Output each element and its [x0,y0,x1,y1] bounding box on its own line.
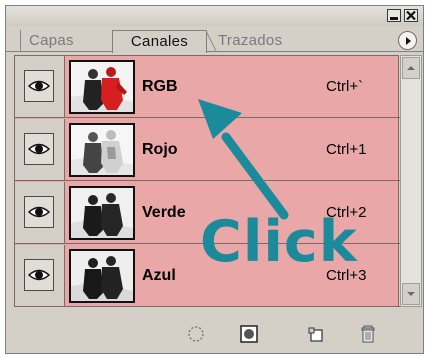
visibility-cell [15,119,65,180]
channel-name: Azul [142,267,176,284]
vertical-scrollbar[interactable] [400,55,422,307]
close-button[interactable] [404,9,418,22]
channel-name: RGB [142,78,178,95]
visibility-toggle[interactable] [24,259,54,291]
new-channel-icon [308,327,323,342]
eye-icon [28,206,50,218]
channel-thumbnail [69,186,135,240]
channel-shortcut: Ctrl+1 [326,141,367,158]
scroll-up-button[interactable] [402,57,420,79]
channel-thumbnail [69,249,135,303]
channel-row-rgb[interactable]: RGB Ctrl+` [15,56,400,118]
panel-footer [6,310,423,354]
arrow-down-icon [407,292,415,296]
visibility-toggle[interactable] [24,70,54,102]
play-arrow-icon [405,36,411,45]
visibility-toggle[interactable] [24,133,54,165]
close-icon [406,11,416,20]
tab-trazados[interactable]: Trazados [218,30,282,52]
eye-icon [28,143,50,155]
channel-shortcut: Ctrl+` [326,78,364,95]
eye-icon [28,80,50,92]
save-selection-button[interactable] [239,324,259,344]
channel-thumbnail [69,60,135,114]
minimize-button[interactable] [387,9,401,22]
eye-icon [28,269,50,281]
channel-row-rojo[interactable]: Rojo Ctrl+1 [15,119,400,181]
visibility-cell [15,182,65,243]
visibility-cell [15,245,65,306]
tab-capas[interactable]: Capas [20,30,74,52]
scroll-down-button[interactable] [402,283,420,305]
panel-menu-button[interactable] [398,31,417,50]
arrow-up-icon [407,66,415,70]
delete-icon [361,325,375,343]
channel-thumbnail [69,123,135,177]
annotation-click-text: Click [200,209,358,275]
channels-panel: Capas Canales Trazados RGB Ctrl+` Rojo C… [5,5,424,354]
load-selection-button[interactable] [186,324,206,344]
visibility-cell [15,56,65,117]
tab-canales[interactable]: Canales [112,30,207,53]
channel-name: Rojo [142,141,178,158]
load-selection-icon [188,326,204,342]
panel-tabs: Capas Canales Trazados [6,26,423,53]
delete-channel-button[interactable] [358,324,378,344]
channel-name: Verde [142,204,186,221]
panel-titlebar [6,6,423,26]
save-selection-icon [240,325,258,343]
visibility-toggle[interactable] [24,196,54,228]
minimize-icon [390,17,398,20]
new-channel-button[interactable] [306,324,326,344]
